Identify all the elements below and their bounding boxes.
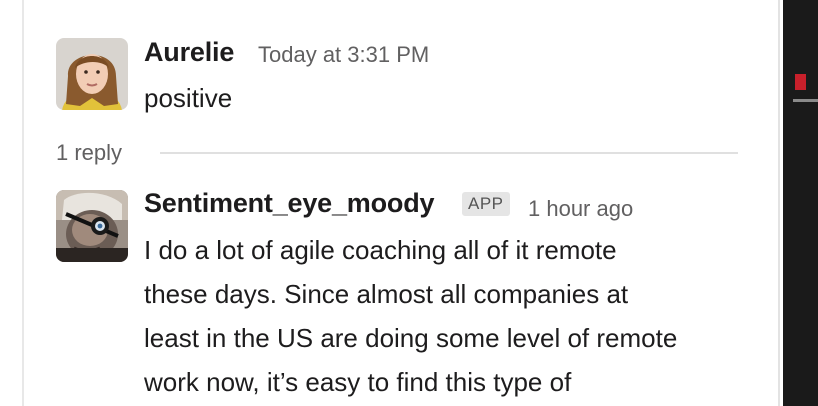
reply-count: 1 reply	[56, 140, 123, 165]
parent-message-text: positive	[144, 83, 233, 113]
scrollbar[interactable]	[793, 99, 818, 102]
parent-timestamp[interactable]: Today at 3:31 PM	[258, 42, 429, 68]
dark-side-panel	[783, 0, 818, 406]
reply-text-line: these days. Since almost all companies a…	[144, 279, 629, 309]
red-accent	[795, 74, 806, 90]
thread-panel: Aurelie Today at 3:31 PM positive 1 repl…	[24, 0, 780, 406]
reply-text-line: least in the US are doing some level of …	[144, 323, 678, 353]
app-badge: APP	[462, 192, 510, 216]
reply-author-name[interactable]: Sentiment_eye_moody	[144, 188, 435, 219]
reply-message[interactable]: Sentiment_eye_moody APP 1 hour ago I do …	[24, 180, 780, 406]
reply-message-text: I do a lot of agile coaching all of it r…	[144, 228, 764, 404]
parent-author-name[interactable]: Aurelie	[144, 37, 234, 68]
bot-avatar-icon[interactable]	[56, 190, 128, 262]
left-border	[0, 0, 24, 406]
user-avatar-icon[interactable]	[56, 38, 128, 110]
reply-text-line: work now, it’s easy to find this type of	[144, 367, 572, 397]
reply-divider	[160, 152, 738, 154]
parent-message[interactable]: Aurelie Today at 3:31 PM positive	[24, 0, 780, 130]
reply-text-line: I do a lot of agile coaching all of it r…	[144, 235, 617, 265]
reply-timestamp[interactable]: 1 hour ago	[528, 196, 633, 222]
